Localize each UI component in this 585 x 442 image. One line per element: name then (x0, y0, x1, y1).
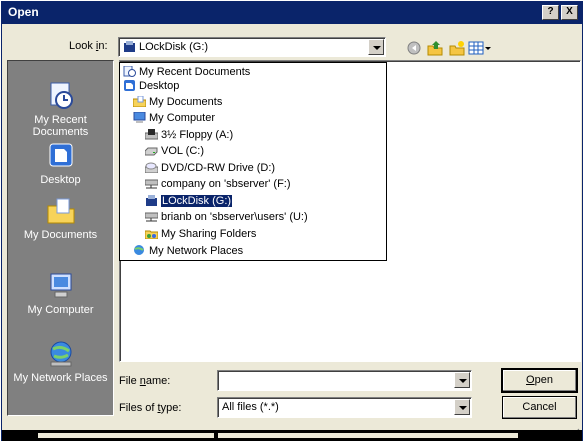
look-in-combo[interactable]: LOckDisk (G:) (118, 37, 386, 57)
close-button[interactable]: X (561, 5, 578, 20)
dropdown-item-sharing-folders[interactable]: My Sharing Folders (145, 227, 256, 241)
new-folder-icon[interactable] (448, 40, 466, 56)
places-network[interactable]: My Network Places (8, 339, 113, 384)
dropdown-item-floppy[interactable]: 3½ Floppy (A:) (145, 128, 233, 142)
dropdown-item-brianb-u[interactable]: brianb on 'sbserver\users' (U:) (145, 210, 308, 224)
look-in-dropdown-button[interactable] (368, 39, 384, 55)
bottom-bar-segment (38, 433, 214, 438)
dropdown-item-company-f[interactable]: company on 'sbserver' (F:) (145, 177, 291, 191)
optical-drive-icon (145, 162, 158, 173)
back-icon[interactable] (406, 40, 424, 56)
my-documents-icon (47, 198, 74, 224)
dropdown-item-recent-documents[interactable]: My Recent Documents (123, 65, 250, 79)
dropdown-item-desktop[interactable]: Desktop (123, 79, 179, 93)
desktop-icon (49, 143, 72, 167)
files-of-type-label: Files of type: (119, 402, 182, 414)
removable-drive-icon (124, 41, 135, 52)
network-places-icon (50, 341, 71, 367)
dropdown-item-lockdisk-g[interactable]: LOckDisk (G:) (145, 194, 234, 208)
look-in-value: LOckDisk (G:) (139, 41, 209, 53)
dropdown-item-my-documents[interactable]: My Documents (133, 95, 222, 109)
dropdown-item-network-places[interactable]: My Network Places (133, 244, 243, 258)
title-bar[interactable]: Open ? X (2, 2, 582, 24)
my-computer-icon (50, 273, 71, 298)
window-title: Open (8, 5, 39, 19)
file-name-label: File name: (119, 375, 171, 387)
recent-documents-icon (123, 66, 136, 77)
network-places-icon (134, 245, 144, 255)
bottom-bar (2, 430, 582, 441)
views-menu-icon[interactable] (468, 40, 492, 56)
network-drive-icon (145, 212, 158, 222)
hard-drive-icon (145, 147, 158, 156)
bottom-bar-segment (218, 433, 518, 438)
look-in-dropdown-list: My Recent Documents Desktop My Documents… (119, 62, 387, 261)
places-my-computer[interactable]: My Computer (8, 271, 113, 316)
file-name-combo[interactable] (217, 370, 472, 391)
dropdown-item-dvd[interactable]: DVD/CD-RW Drive (D:) (145, 161, 275, 175)
network-drive-icon (145, 179, 158, 189)
up-folder-icon[interactable] (426, 40, 444, 56)
files-of-type-dropdown-button[interactable] (454, 399, 470, 415)
file-name-dropdown-button[interactable] (454, 372, 470, 388)
dropdown-item-my-computer[interactable]: My Computer (133, 111, 215, 125)
files-of-type-value: All files (*.*) (222, 401, 279, 413)
dropdown-item-vol-c[interactable]: VOL (C:) (145, 144, 204, 158)
shared-folders-icon (145, 230, 158, 239)
files-of-type-combo[interactable]: All files (*.*) (217, 397, 472, 418)
cancel-button[interactable]: Cancel (502, 396, 577, 419)
my-computer-icon (133, 112, 146, 123)
places-recent-documents[interactable]: My Recent Documents (8, 81, 113, 138)
help-button[interactable]: ? (542, 5, 559, 20)
my-documents-icon (133, 96, 146, 107)
desktop-icon (124, 80, 135, 91)
places-my-documents[interactable]: My Documents (8, 196, 113, 241)
removable-drive-icon (146, 195, 157, 206)
look-in-label: Look in: (69, 40, 108, 52)
places-desktop[interactable]: Desktop (8, 141, 113, 186)
open-dialog: Open ? X Look in: LOckDisk (G:) My Recen… (1, 1, 583, 441)
floppy-drive-icon (145, 129, 158, 140)
recent-documents-icon (50, 82, 73, 109)
open-button[interactable]: Open (501, 368, 578, 393)
places-bar: My Recent Documents Desktop My Documents… (7, 60, 114, 416)
